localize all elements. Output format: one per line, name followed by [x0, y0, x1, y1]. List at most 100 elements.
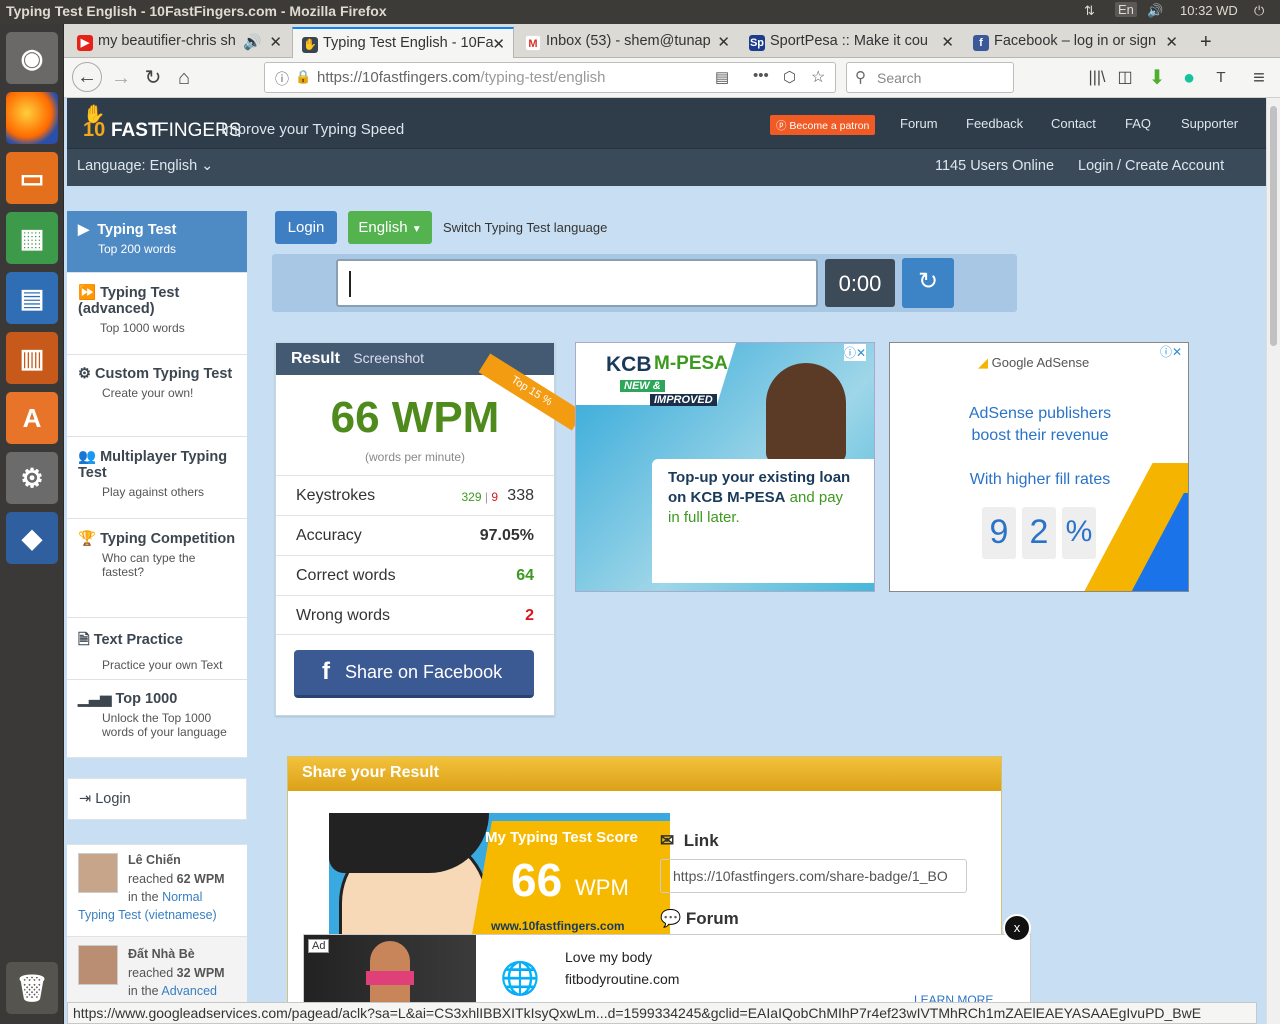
activity-test-link[interactable]: Typing Test (vietnamese) [78, 908, 217, 922]
wrong-keystrokes: 9 [491, 490, 498, 504]
activity-mode-link[interactable]: Normal [162, 890, 202, 904]
sidebar-item-sub: Who can type the fastest? [102, 551, 196, 579]
tab-youtube[interactable]: ▶ my beautifier-chris sh 🔊 ✕ [68, 27, 290, 58]
nav-supporter[interactable]: Supporter [1181, 116, 1238, 131]
calc-spreadsheet-icon[interactable]: ▦ [6, 212, 58, 264]
new-tab-button[interactable]: + [1190, 27, 1226, 58]
language-dropdown-label: English [358, 219, 408, 236]
adsense-line1: AdSense publishers [968, 405, 1112, 422]
adchoices-icon[interactable]: ⓘ✕ [1160, 343, 1182, 360]
sidebar-item-text-practice[interactable]: 🗎 Text Practice Practice your own Text [67, 618, 247, 680]
sidebar-icon[interactable]: ◫ [1110, 64, 1140, 92]
keyboard-layout-indicator[interactable]: En [1115, 2, 1137, 17]
power-icon[interactable]: ⏻ [1254, 3, 1264, 19]
page-scrollbar[interactable] [1266, 98, 1280, 1024]
refresh-icon: ↻ [917, 268, 939, 295]
files-icon[interactable]: ▭ [6, 152, 58, 204]
typing-input[interactable] [336, 259, 818, 307]
adchoices-icon[interactable]: ⓘ✕ [844, 344, 867, 361]
url-path: /typing-test/english [480, 69, 606, 86]
adsense-digit: 2 [1022, 507, 1056, 559]
audio-playing-icon[interactable]: 🔊 [243, 33, 262, 51]
share-facebook-label: Share on Facebook [345, 662, 503, 682]
tab-sportpesa[interactable]: Sp SportPesa :: Make it cou ✕ [740, 27, 962, 58]
reader-view-icon[interactable]: ▤ [715, 68, 729, 86]
sidebar-login[interactable]: ⇥ Login [67, 778, 247, 820]
close-tab-icon[interactable]: ✕ [941, 33, 954, 51]
kcb-new: NEW & [620, 380, 665, 392]
search-placeholder: Search [877, 70, 922, 86]
impress-document-icon[interactable]: ▤ [6, 272, 58, 324]
tab-gmail[interactable]: M Inbox (53) - shem@tunap ✕ [516, 27, 738, 58]
reload-button[interactable]: ↻ [138, 64, 168, 92]
close-tab-icon[interactable]: ✕ [269, 33, 282, 51]
row-value: 64 [516, 567, 534, 584]
menu-icon[interactable]: ≡ [1244, 64, 1274, 92]
scrollbar-thumb[interactable] [1270, 106, 1277, 346]
screenshot-link[interactable]: Screenshot [353, 350, 424, 366]
volume-icon[interactable]: 🔊 [1147, 3, 1163, 19]
network-icon[interactable]: ⇅ [1084, 3, 1095, 19]
forward-button[interactable]: → [106, 64, 136, 92]
nav-contact[interactable]: Contact [1051, 116, 1096, 131]
firefox-icon[interactable] [6, 92, 58, 144]
share-link-input[interactable]: https://10fastfingers.com/share-badge/1_… [660, 859, 967, 893]
avatar[interactable] [78, 853, 118, 893]
create-account-link[interactable]: Create Account [1125, 158, 1224, 174]
restart-button[interactable]: ↻ [902, 258, 954, 308]
library-icon[interactable]: |||\ [1082, 64, 1112, 92]
sidebar-item-typing-test-advanced[interactable]: ⏩ Typing Test (advanced) Top 1000 words [67, 273, 247, 355]
bookmark-star-icon[interactable]: ☆ [811, 67, 825, 87]
activity-user-name[interactable]: Đất Nhà Bè [128, 947, 195, 961]
app-icon[interactable]: ◆ [6, 512, 58, 564]
url-bar[interactable]: ⓘ 🔒 https://10fastfingers.com/typing-tes… [264, 62, 836, 93]
page-actions-icon[interactable]: ••• [753, 67, 769, 84]
kcb-mpesa-ad[interactable]: KCB M-PESA NEW & IMPROVED ⓘ✕ Top-up your… [575, 342, 875, 592]
sidebar-item-top-1000[interactable]: ▁▃▅ Top 1000 Unlock the Top 1000 words o… [67, 680, 247, 758]
activity-user-name[interactable]: Lê Chiến [128, 853, 181, 867]
grammarly-icon[interactable]: ● [1174, 64, 1204, 92]
header-login-link[interactable]: Login [1078, 158, 1113, 174]
search-field[interactable]: ⚲ Search [846, 62, 1014, 93]
trash-icon[interactable]: 🗑 [6, 962, 58, 1014]
info-icon[interactable]: ⓘ [275, 69, 289, 89]
tab-typing-test[interactable]: ✋ Typing Test English - 10Fa ✕ [292, 27, 514, 58]
adsense-line2: boost their revenue [971, 427, 1109, 444]
language-selector[interactable]: Language: English ⌄ [77, 158, 213, 174]
sidebar-item-typing-test[interactable]: ▶ Typing Test Top 200 words [67, 211, 247, 273]
share-facebook-button[interactable]: f Share on Facebook [294, 650, 534, 698]
login-button[interactable]: Login [275, 211, 337, 244]
language-dropdown-button[interactable]: English ▼ [348, 211, 432, 244]
lock-icon[interactable]: 🔒 [295, 69, 311, 85]
bottom-anchor-ad[interactable]: Ad 🌐 Love my body fitbodyroutine.com LEA… [303, 934, 1031, 1004]
adsense-ad[interactable]: ⓘ✕ ◢ Google AdSense AdSense publishers b… [889, 342, 1189, 592]
nav-faq[interactable]: FAQ [1125, 116, 1151, 131]
tab-facebook[interactable]: f Facebook – log in or sign ✕ [964, 27, 1186, 58]
close-ad-button[interactable]: x [1003, 914, 1031, 942]
kcb-line3: and pay [789, 489, 844, 506]
nav-feedback[interactable]: Feedback [966, 116, 1023, 131]
caret-down-icon: ▼ [411, 224, 422, 235]
download-icon[interactable]: ⬇ [1142, 64, 1172, 92]
sidebar-item-competition[interactable]: 🏆 Typing Competition Who can type the fa… [67, 519, 247, 618]
pocket-icon[interactable]: ⬡ [783, 68, 796, 86]
avatar[interactable] [78, 945, 118, 985]
ubuntu-dash-icon[interactable]: ◉ [6, 32, 58, 84]
close-tab-icon[interactable]: ✕ [492, 35, 505, 53]
site-logo[interactable]: ✋ 10 FAST FINGERS [81, 104, 241, 144]
sidebar-item-custom-typing-test[interactable]: ⚙ Custom Typing Test Create your own! [67, 355, 247, 437]
clock[interactable]: 10:32 WD [1180, 3, 1238, 18]
back-button[interactable]: ← [72, 62, 102, 92]
presentation-icon[interactable]: ▥ [6, 332, 58, 384]
extension-icon[interactable]: T [1206, 64, 1236, 92]
close-tab-icon[interactable]: ✕ [717, 33, 730, 51]
sidebar-item-multiplayer[interactable]: 👥 Multiplayer Typing Test Play against o… [67, 437, 247, 519]
close-tab-icon[interactable]: ✕ [1165, 33, 1178, 51]
become-patron-button[interactable]: ⓟ Become a patron [770, 115, 876, 135]
software-center-icon[interactable]: A [6, 392, 58, 444]
home-button[interactable]: ⌂ [169, 64, 199, 92]
url-text[interactable]: https://10fastfingers.com/typing-test/en… [317, 69, 606, 86]
activity-mode-link[interactable]: Advanced [161, 984, 217, 998]
nav-forum[interactable]: Forum [900, 116, 938, 131]
system-settings-icon[interactable]: ⚙ [6, 452, 58, 504]
